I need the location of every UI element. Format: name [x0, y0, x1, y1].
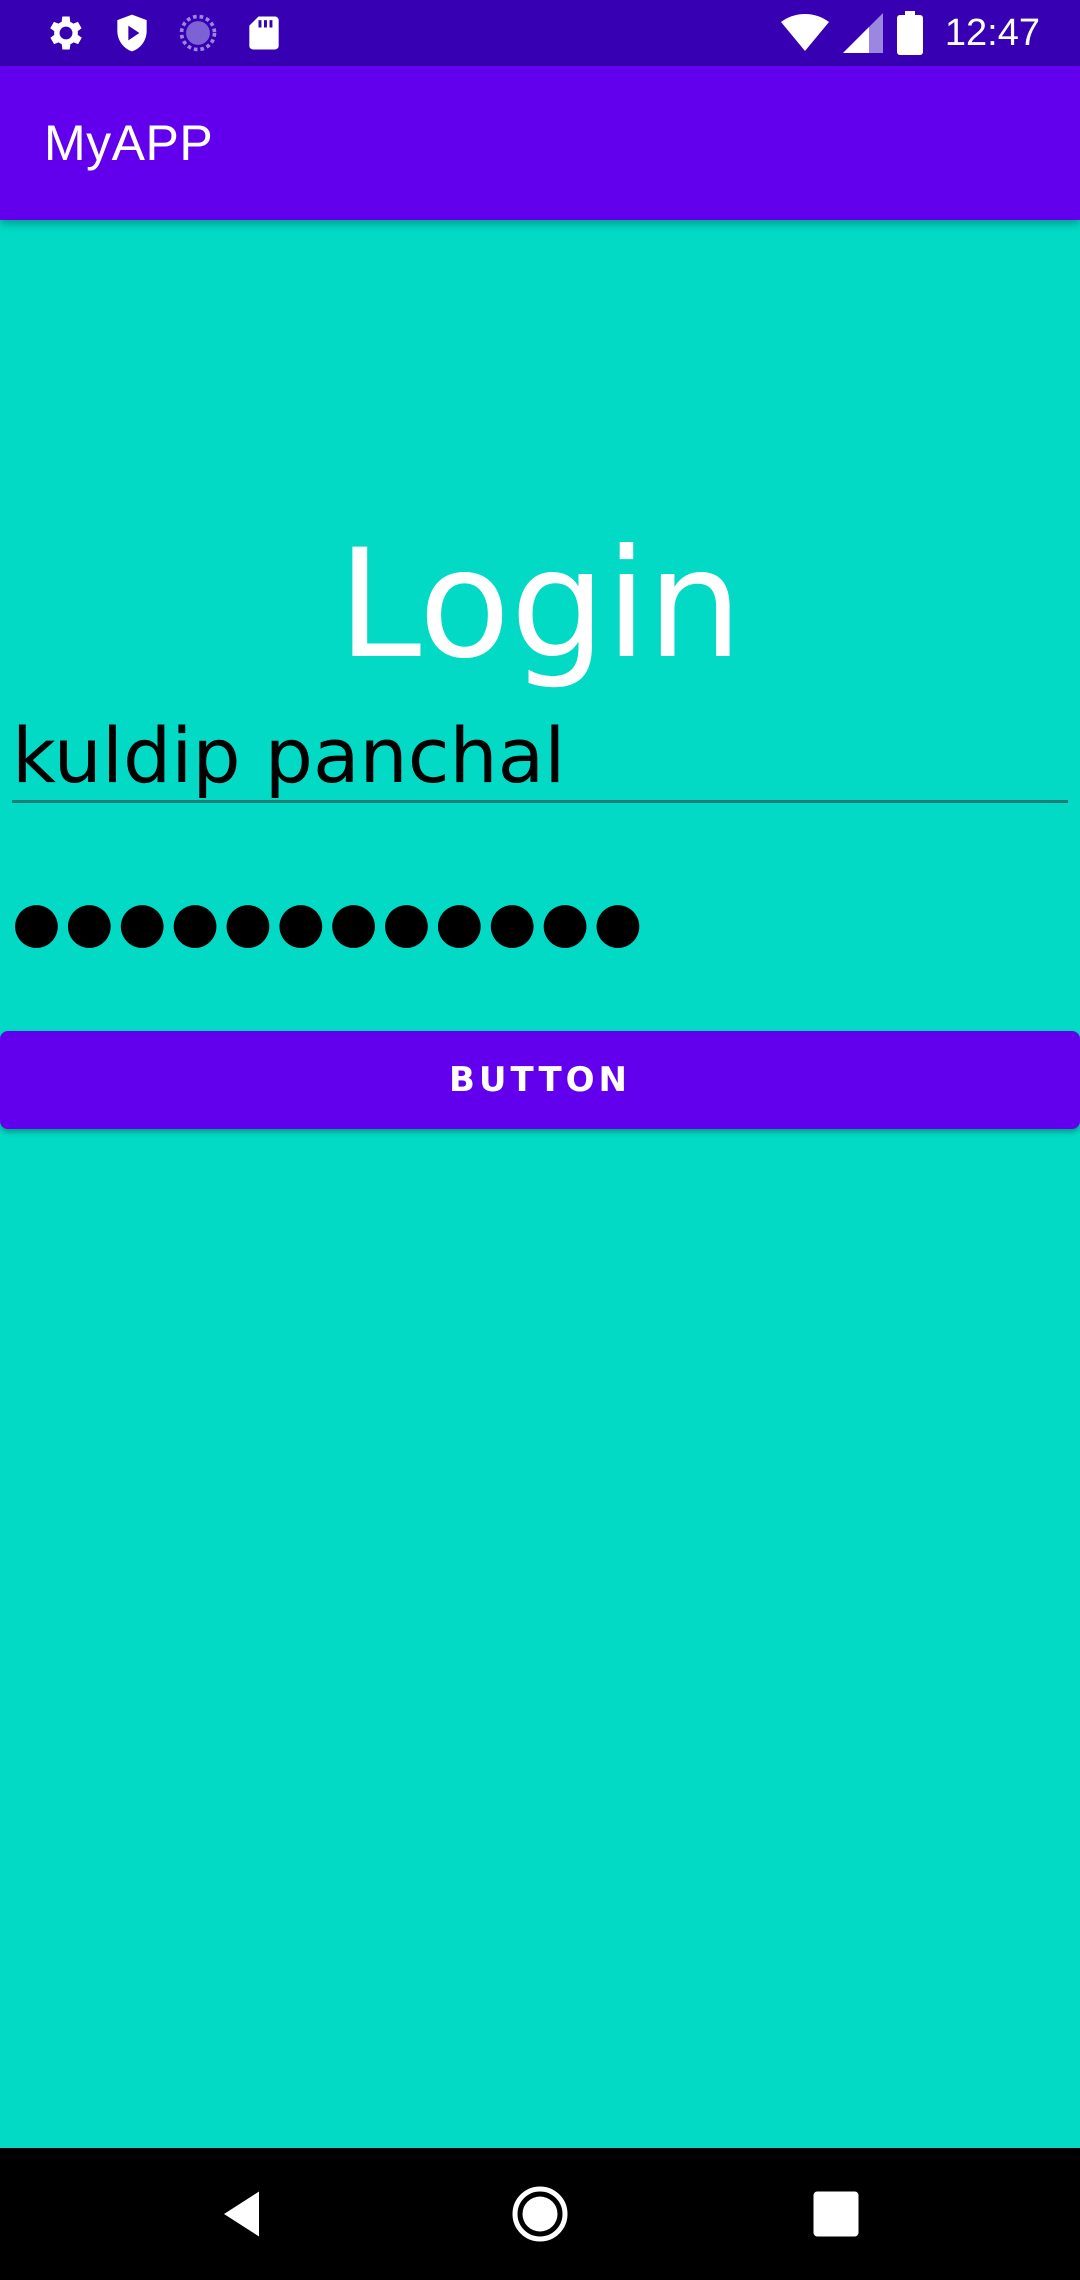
submit-button[interactable]: BUTTON — [0, 1031, 1080, 1129]
settings-icon — [50, 16, 82, 50]
status-bar-clock: 12:47 — [944, 11, 1040, 54]
battery-icon — [896, 11, 923, 55]
recents-icon[interactable] — [806, 2184, 866, 2244]
back-icon[interactable] — [214, 2184, 274, 2244]
wifi-icon — [780, 14, 829, 51]
app-title: MyAPP — [44, 115, 214, 171]
app-bar: MyAPP — [0, 66, 1080, 220]
status-bar-right-icons: 12:47 — [780, 8, 1040, 58]
signal-icon — [842, 13, 883, 53]
username-field[interactable] — [12, 710, 1068, 803]
login-screen: Login ●●●●●●●●●●●● BUTTON — [0, 220, 1080, 2148]
navigation-bar — [0, 2148, 1080, 2280]
login-heading: Login — [337, 518, 743, 692]
shield-play-icon — [117, 14, 147, 52]
sd-card-icon — [249, 16, 279, 50]
status-bar: 12:47 — [0, 0, 1080, 66]
password-field[interactable]: ●●●●●●●●●●●● — [12, 890, 1068, 980]
sync-circle-icon — [179, 14, 217, 52]
status-bar-left-icons — [44, 8, 286, 58]
home-icon[interactable] — [510, 2184, 570, 2244]
